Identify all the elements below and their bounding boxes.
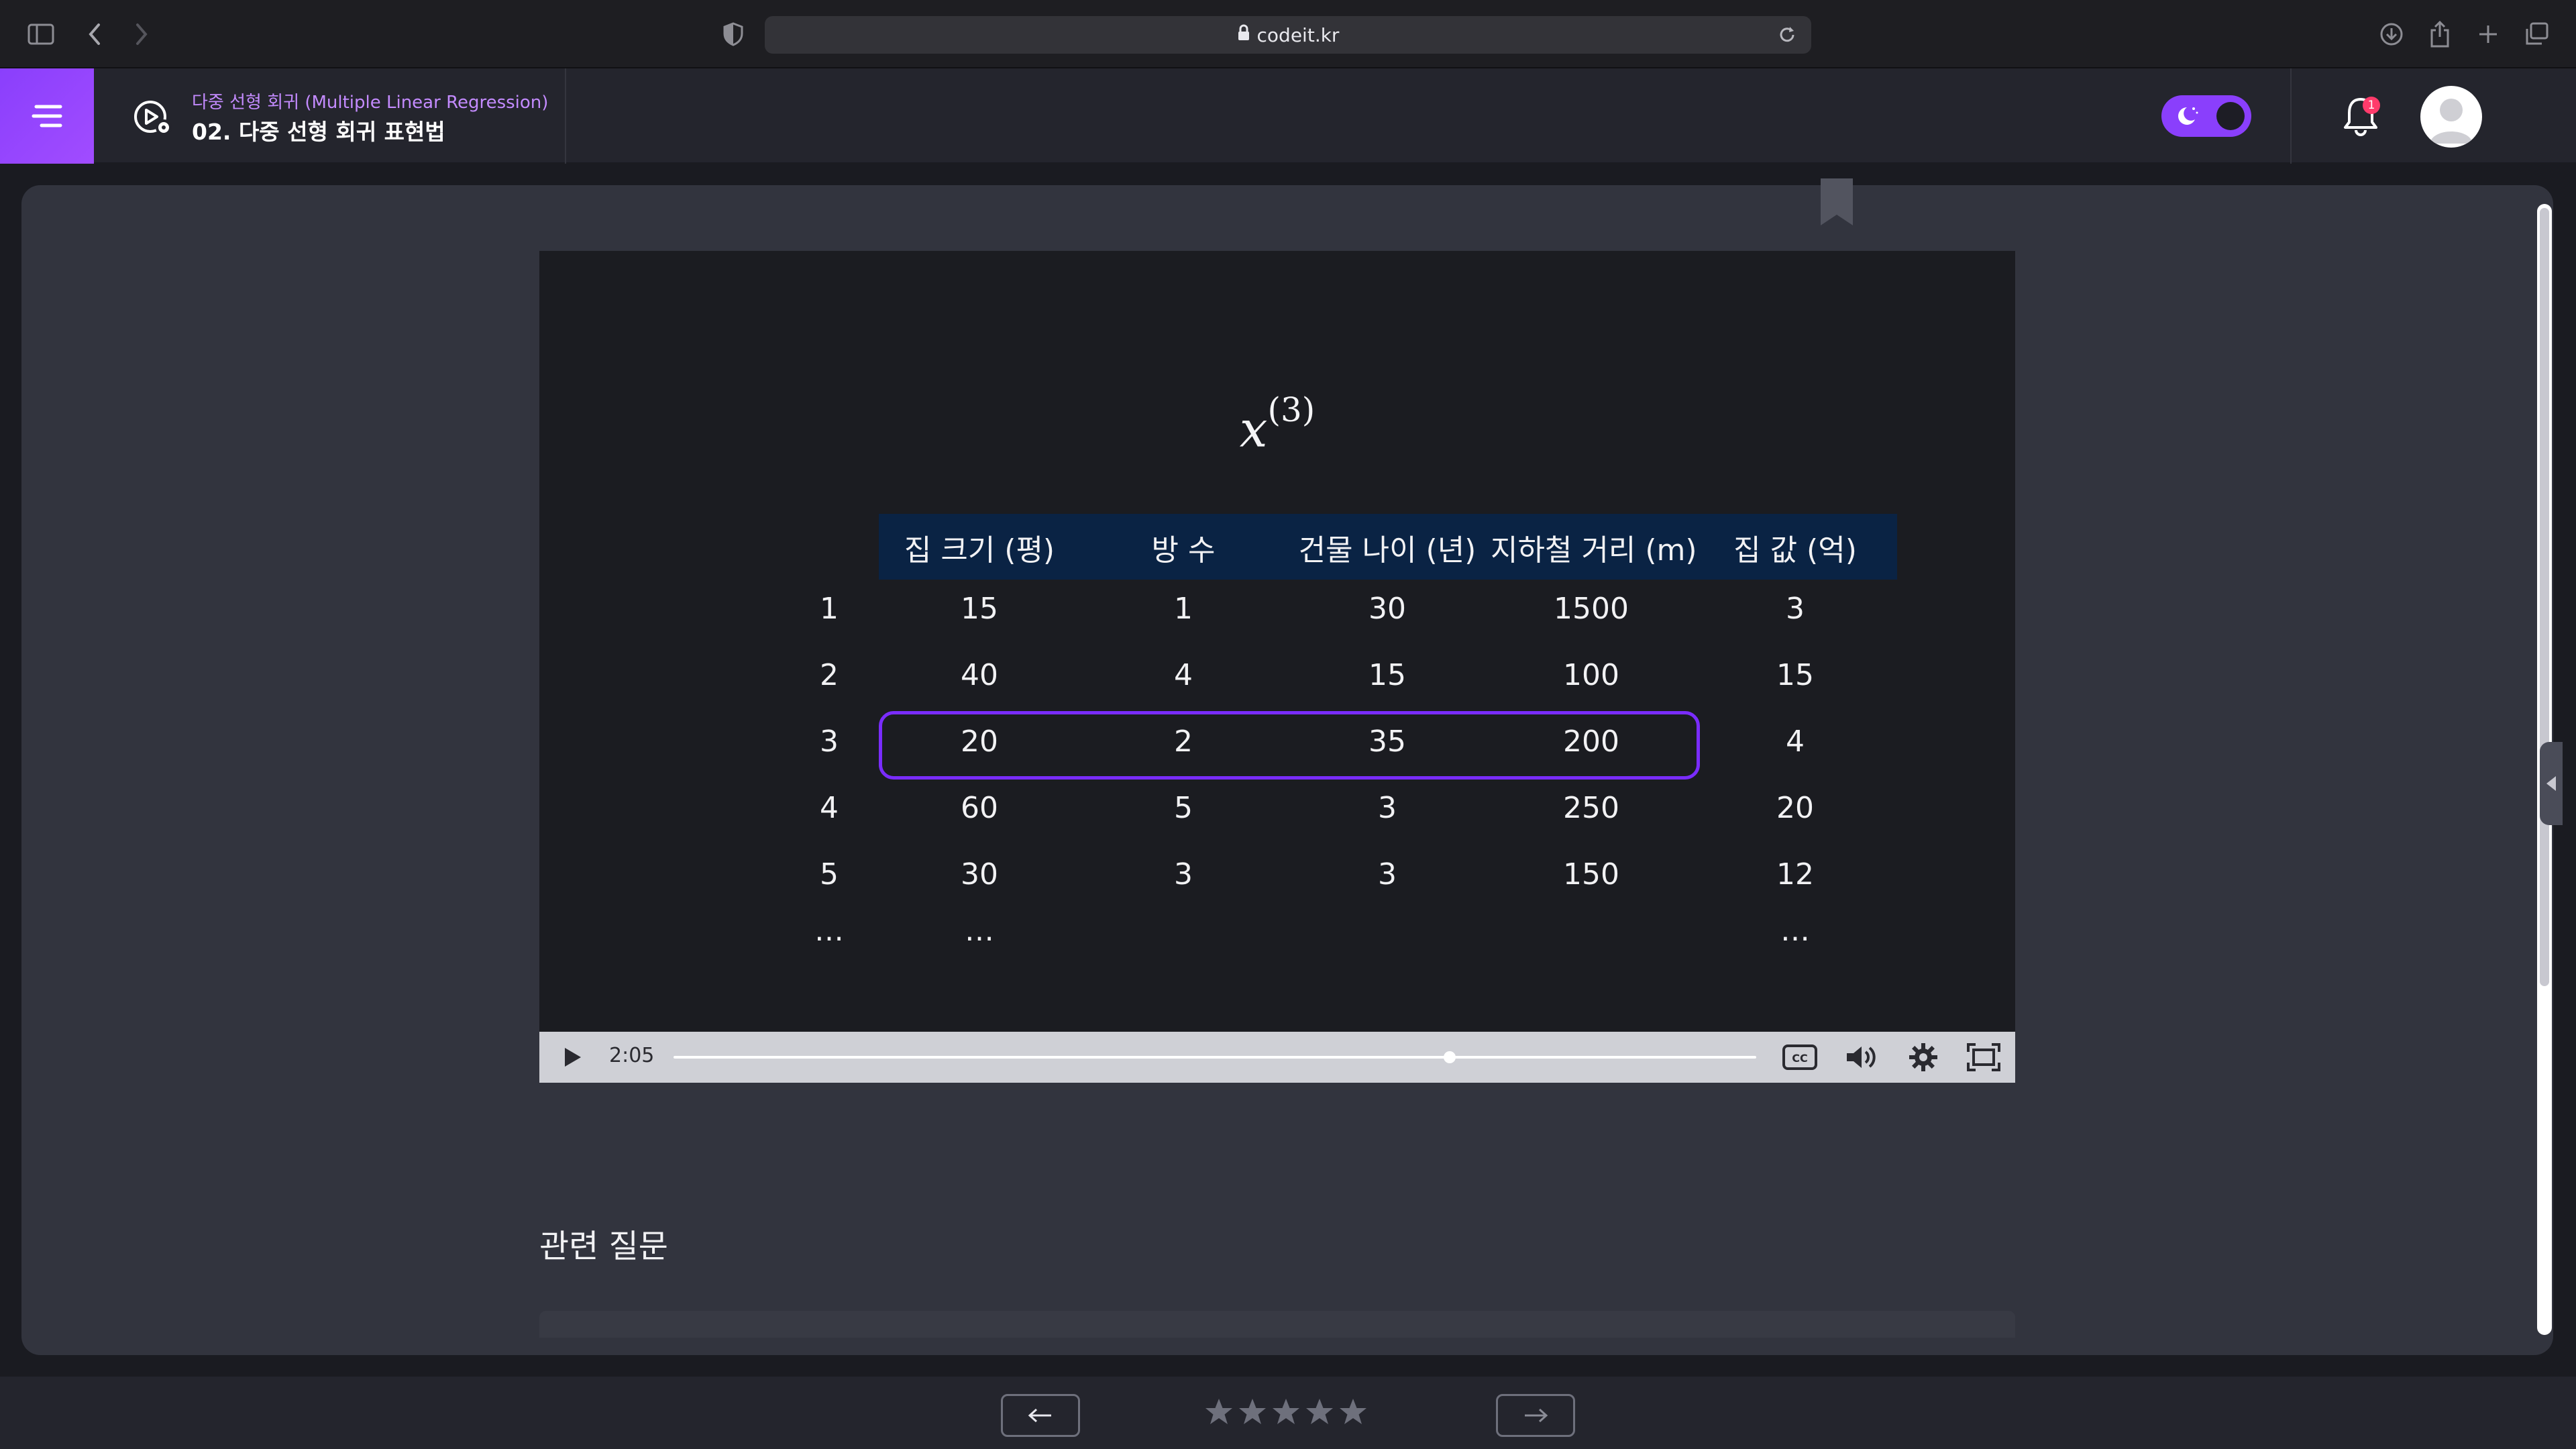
divider (565, 68, 566, 164)
svg-text:CC: CC (1792, 1052, 1807, 1065)
column-header: 건물 나이 (년) (1298, 533, 1477, 568)
table-cell: 15 (1368, 658, 1406, 692)
table-cell: 200 (1563, 724, 1619, 759)
address-bar[interactable]: codeit.kr (765, 16, 1811, 54)
table-cell: 3 (1174, 857, 1193, 892)
formula: x(3) (539, 390, 2015, 459)
video-controls: 2:05 CC (539, 1032, 2015, 1083)
table-cell: 150 (1563, 857, 1619, 892)
app-header: 다중 선형 회귀 (Multiple Linear Regression) 02… (0, 68, 2576, 164)
star-icon[interactable] (1304, 1397, 1335, 1428)
table-cell: 12 (1776, 857, 1814, 892)
table-cell: 1500 (1554, 592, 1629, 626)
captions-icon[interactable]: CC (1782, 1041, 1818, 1073)
row-index: 3 (820, 724, 839, 759)
previous-lesson-button[interactable] (1001, 1394, 1080, 1437)
scrollbar-thumb[interactable] (2540, 208, 2549, 986)
fullscreen-icon[interactable] (1966, 1041, 2002, 1073)
course-title: 다중 선형 회귀 (Multiple Linear Regression) (192, 93, 549, 113)
browser-toolbar: codeit.kr (0, 0, 2576, 68)
ellipsis: … (1780, 914, 1810, 948)
star-icon[interactable] (1338, 1397, 1368, 1428)
theme-toggle[interactable] (2161, 95, 2251, 137)
video-lesson-icon (131, 97, 174, 140)
side-panel-toggle[interactable] (2540, 742, 2563, 825)
settings-gear-icon[interactable] (1905, 1041, 1941, 1073)
table-cell: 4 (1174, 658, 1193, 692)
table-cell: 60 (961, 791, 998, 825)
related-questions-heading: 관련 질문 (539, 1228, 668, 1265)
arrow-left-icon (1028, 1408, 1051, 1423)
table-cell: 20 (1776, 791, 1814, 825)
table-cell: 4 (1786, 724, 1805, 759)
url-text: codeit.kr (1256, 23, 1340, 46)
ellipsis: … (965, 914, 994, 948)
table-cell: 250 (1563, 791, 1619, 825)
moon-icon (2178, 107, 2198, 125)
column-header: 지하철 거리 (m) (1491, 533, 1697, 568)
formula-variable: x (1239, 400, 1268, 459)
share-icon[interactable] (2423, 17, 2457, 51)
table-cell: 3 (1378, 857, 1397, 892)
video-player[interactable]: x(3) 집 크기 (평) 방 수 건물 나이 (년) 지하철 거리 (m) 집… (539, 251, 2015, 1083)
formula-superscript: (3) (1267, 390, 1316, 429)
avatar[interactable] (2420, 86, 2482, 148)
column-header: 방 수 (1151, 533, 1216, 568)
star-icon[interactable] (1203, 1397, 1234, 1428)
column-header: 집 값 (억) (1733, 533, 1857, 568)
row-index: 4 (820, 791, 839, 825)
row-index: 5 (820, 857, 839, 892)
table-cell: 1 (1174, 592, 1193, 626)
table-cell: 15 (1776, 658, 1814, 692)
table-cell: 35 (1368, 724, 1406, 759)
lock-icon (1237, 24, 1250, 46)
divider (2290, 68, 2292, 164)
star-icon[interactable] (1271, 1397, 1301, 1428)
ellipsis: … (814, 914, 844, 948)
lesson-title: 02. 다중 선형 회귀 표현법 (192, 119, 445, 145)
arrow-right-icon (1525, 1408, 1548, 1423)
notification-badge: 1 (2363, 97, 2380, 114)
star-rating[interactable] (1203, 1397, 1368, 1428)
play-icon[interactable] (558, 1044, 585, 1071)
table-cell: 15 (961, 592, 998, 626)
progress-handle[interactable] (1444, 1051, 1456, 1063)
table-cell: 3 (1786, 592, 1805, 626)
forward-icon[interactable] (125, 17, 158, 51)
column-header: 집 크기 (평) (904, 533, 1055, 568)
toggle-knob (2216, 102, 2245, 130)
next-lesson-button[interactable] (1496, 1394, 1575, 1437)
privacy-shield-icon[interactable] (716, 17, 750, 51)
sidebar-toggle-icon[interactable] (24, 17, 58, 51)
reload-icon[interactable] (1772, 20, 1802, 50)
table-cell: 100 (1563, 658, 1619, 692)
bottom-nav-bar (0, 1375, 2576, 1449)
chevron-left-icon (2546, 776, 2556, 791)
bookmark-icon[interactable] (1819, 178, 1854, 227)
star-icon[interactable] (1237, 1397, 1268, 1428)
table-cell: 30 (961, 857, 998, 892)
row-index: 1 (820, 592, 839, 626)
back-icon[interactable] (78, 17, 111, 51)
download-icon[interactable] (2375, 17, 2408, 51)
table-cell: 5 (1174, 791, 1193, 825)
tab-overview-icon[interactable] (2520, 17, 2553, 51)
table-cell: 2 (1174, 724, 1193, 759)
volume-icon[interactable] (1843, 1041, 1880, 1073)
new-tab-icon[interactable] (2471, 17, 2505, 51)
table-cell: 40 (961, 658, 998, 692)
progress-bar[interactable] (674, 1056, 1756, 1059)
related-questions-list (539, 1311, 2015, 1338)
table-cell: 20 (961, 724, 998, 759)
table-cell: 3 (1378, 791, 1397, 825)
table-cell: 30 (1368, 592, 1406, 626)
menu-button[interactable] (0, 68, 94, 164)
row-index: 2 (820, 658, 839, 692)
hamburger-icon (32, 105, 62, 127)
current-time: 2:05 (609, 1044, 655, 1067)
